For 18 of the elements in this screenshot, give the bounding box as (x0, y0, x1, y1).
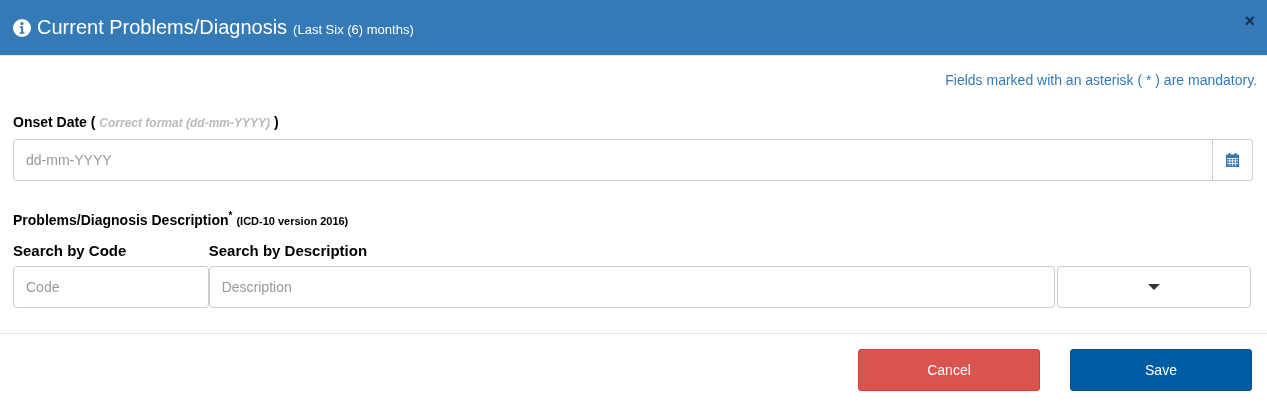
code-field[interactable]: Code (13, 265, 209, 308)
calendar-icon (1226, 153, 1239, 167)
diagnosis-label: Problems/Diagnosis Description$^{*}$ (13, 210, 233, 228)
caret-icon (1148, 283, 1161, 290)
date-field[interactable]: dd-mm-YYYY (13, 139, 1213, 181)
icd-version-note: (ICD-10 version 2016) (236, 214, 349, 227)
close-button[interactable]: × (1244, 11, 1255, 32)
calendar-button[interactable] (1213, 139, 1253, 181)
onset-date-label: Onset Date ( Correct format (dd-mm-YYYY) ) (13, 114, 279, 130)
mandatory-note: Fields marked with an asterisk ( * ) are mandatory. (944, 71, 1257, 90)
info-icon (13, 18, 31, 37)
dialog-subtitle: (Last Six (6) months) (293, 22, 414, 37)
save-button[interactable]: Save (1070, 348, 1252, 391)
description-label: Search by Description (208, 241, 369, 261)
code-label: Search by Code (13, 241, 128, 261)
cancel-button[interactable]: Cancel (858, 348, 1040, 391)
dialog-title: Current Problems/Diagnosis (37, 16, 288, 39)
description-field[interactable]: Description (208, 265, 1056, 308)
